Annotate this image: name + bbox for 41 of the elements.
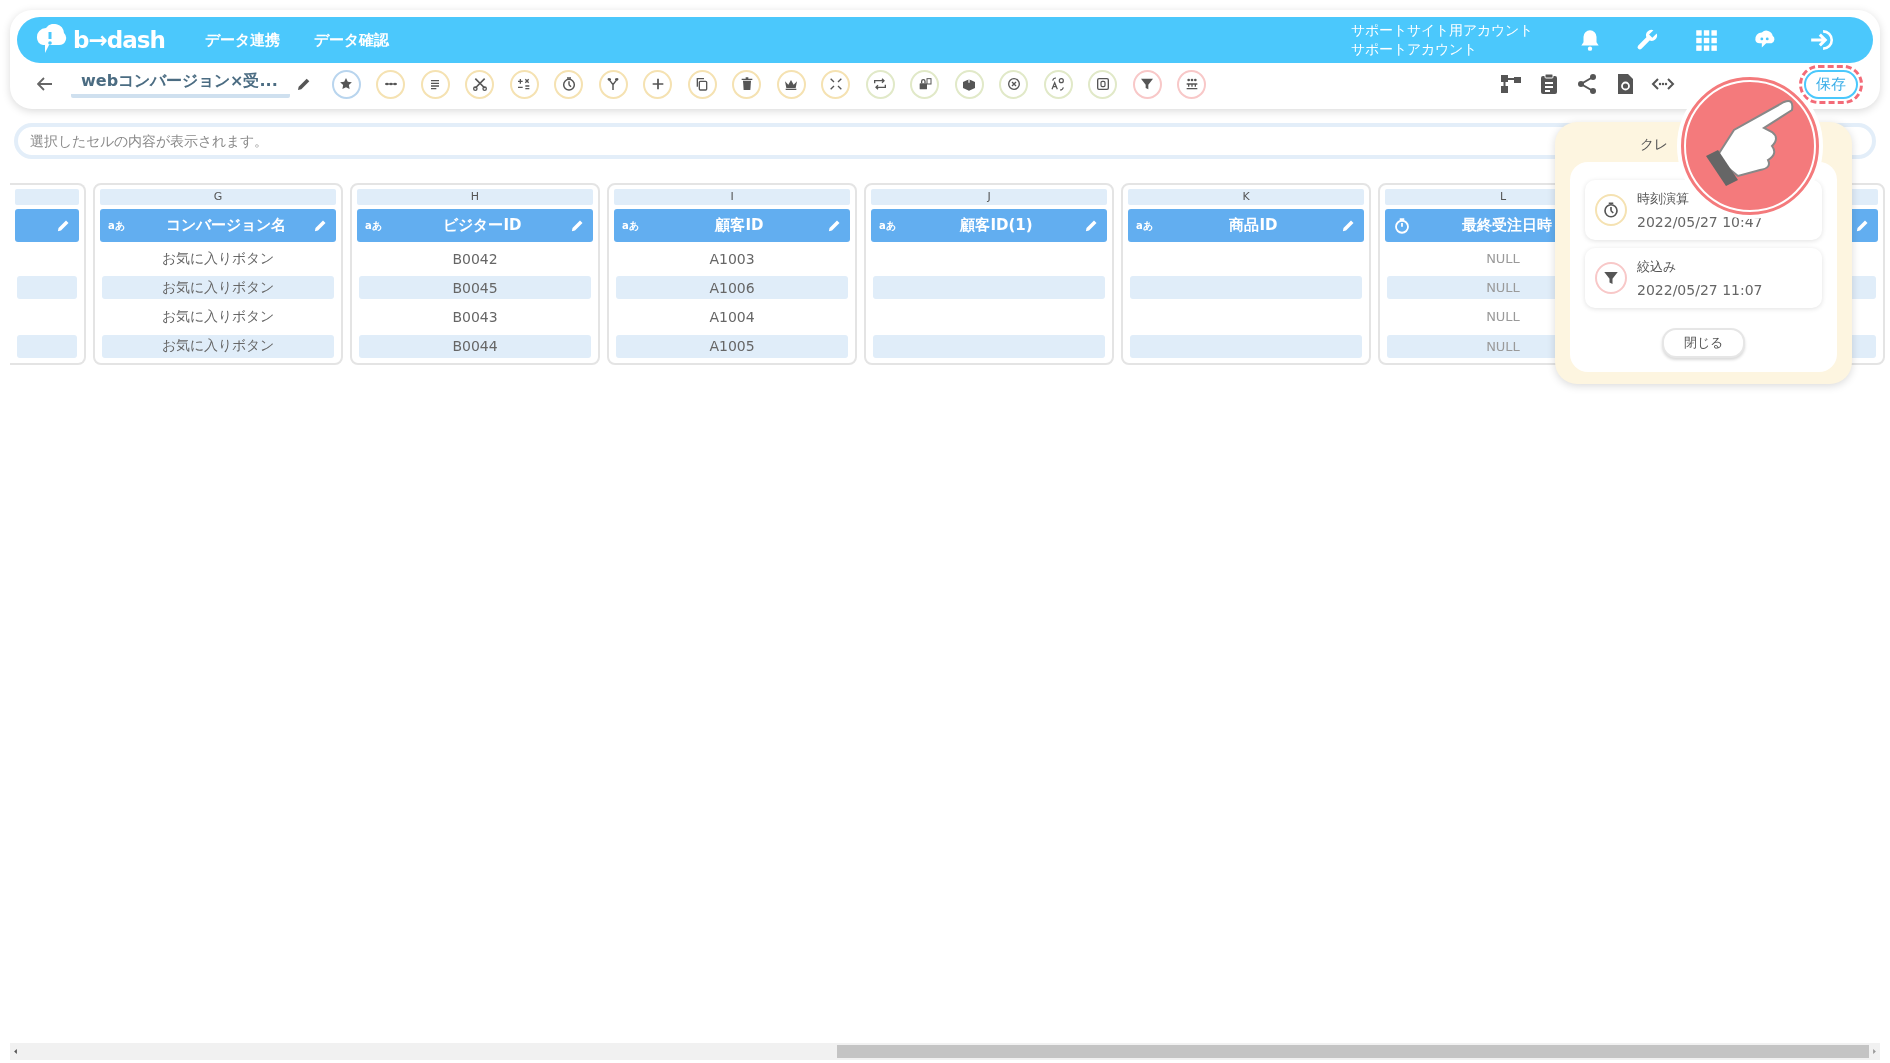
type-label: aあ: [879, 218, 897, 233]
table-cell-text: B0042: [451, 249, 499, 269]
table-cell: B0045: [359, 276, 591, 300]
type-label: aあ: [622, 218, 640, 233]
table-cell-text: B0043: [451, 307, 499, 327]
column-header[interactable]: aあ ビジターID: [357, 209, 593, 242]
type-label: aあ: [365, 218, 383, 233]
table-cell: A1006: [616, 276, 848, 300]
table-cell: お気に入りボタン: [102, 334, 334, 358]
table-cell: A1005: [616, 334, 848, 358]
column-letter: G: [100, 189, 336, 205]
popup-title: クレ: [1639, 136, 1669, 154]
step-name: 時刻演算: [1637, 190, 1690, 208]
table-cell-text: NULL: [1485, 250, 1521, 269]
column-header[interactable]: aあ 顧客ID(1): [871, 209, 1107, 242]
save-button[interactable]: 保存: [1804, 69, 1858, 99]
table-cell-text: お気に入りボタン: [161, 248, 275, 268]
type-label: aあ: [108, 218, 126, 233]
table-cell-text: A1003: [708, 249, 756, 269]
flow-title[interactable]: webコンバージョン×受...: [71, 70, 290, 98]
table-cell-text: NULL: [1485, 308, 1521, 327]
logo-text: b→dash: [73, 27, 165, 53]
step-name: 絞込み: [1637, 258, 1677, 276]
column-letter: J: [871, 189, 1107, 205]
account-name: サポートサイト用アカウント: [1351, 21, 1533, 40]
column-header[interactable]: aあ 顧客ID: [614, 209, 850, 242]
table-cell: お気に入りボタン: [102, 276, 334, 300]
column-header[interactable]: aあ コンバージョン名: [100, 209, 336, 242]
column-letter: I: [614, 189, 850, 205]
column-letter: H: [357, 189, 593, 205]
table-cell-text: A1004: [708, 307, 756, 327]
type-label: aあ: [1136, 218, 1154, 233]
table-cell: B0044: [359, 334, 591, 358]
close-button[interactable]: 閉じる: [1662, 328, 1745, 358]
account-name: サポートアカウント: [1351, 40, 1478, 59]
column-letter: K: [1128, 189, 1364, 205]
nav-link[interactable]: データ連携: [204, 30, 280, 50]
step-time: 2022/05/27 11:07: [1637, 282, 1763, 298]
table-cell-text: お気に入りボタン: [161, 306, 275, 326]
column-header[interactable]: aあ 商品ID: [1128, 209, 1364, 242]
nav-link[interactable]: データ確認: [313, 30, 389, 50]
